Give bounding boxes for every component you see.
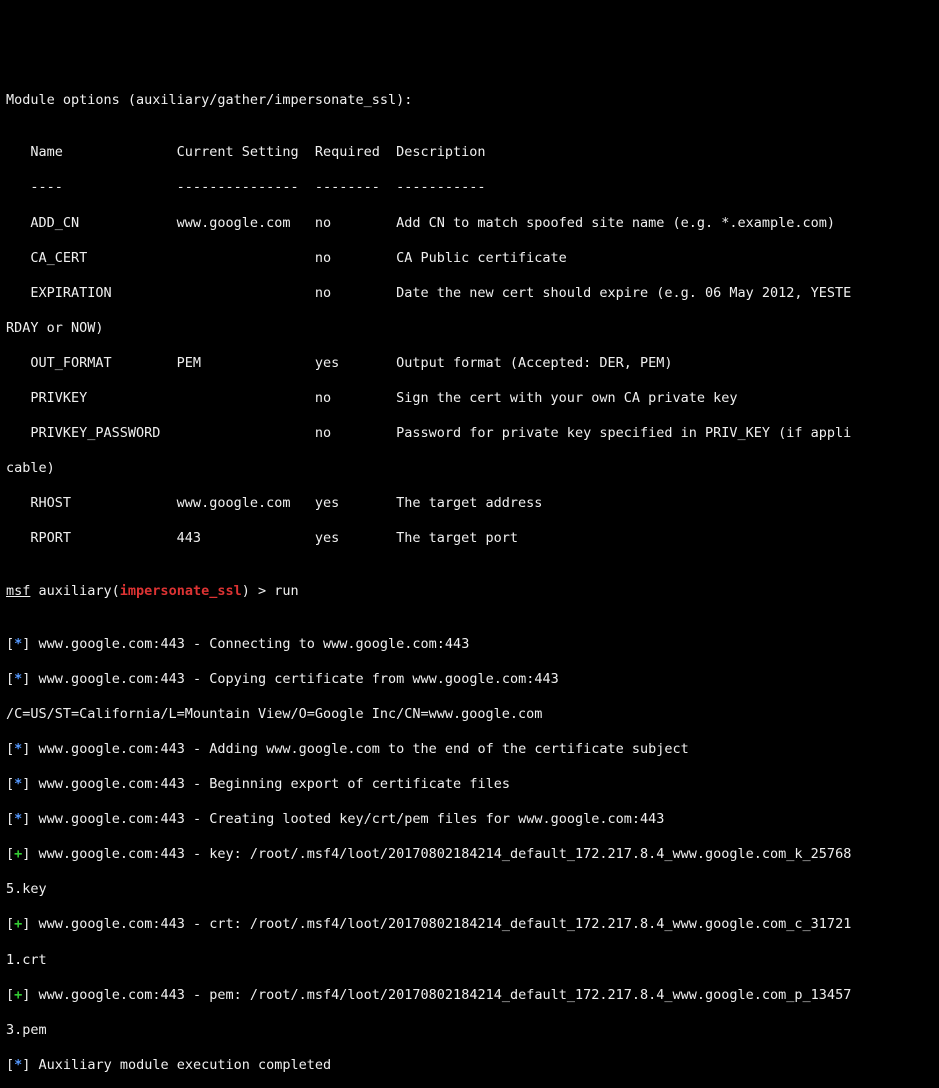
star-icon: *	[14, 741, 22, 757]
option-expiration-2: RDAY or NOW)	[6, 320, 933, 338]
star-icon: *	[14, 1057, 22, 1073]
log-creating: [*] www.google.com:443 - Creating looted…	[6, 811, 933, 829]
log-export: [*] www.google.com:443 - Beginning expor…	[6, 776, 933, 794]
star-icon: *	[14, 636, 22, 652]
prompt-aux-close: ) > run	[242, 583, 299, 599]
star-icon: *	[14, 811, 22, 827]
star-icon: *	[14, 776, 22, 792]
plus-icon: +	[14, 846, 22, 862]
prompt-line[interactable]: msf auxiliary(impersonate_ssl) > run	[6, 583, 933, 601]
option-out-format: OUT_FORMAT PEM yes Output format (Accept…	[6, 355, 933, 373]
log-key-2: 5.key	[6, 881, 933, 899]
terminal-output: Module options (auxiliary/gather/imperso…	[6, 74, 933, 1088]
prompt-msf: msf	[6, 583, 30, 599]
plus-icon: +	[14, 987, 22, 1003]
log-copying: [*] www.google.com:443 - Copying certifi…	[6, 671, 933, 689]
module-options-header: Module options (auxiliary/gather/imperso…	[6, 92, 933, 110]
option-ca-cert: CA_CERT no CA Public certificate	[6, 250, 933, 268]
option-add-cn: ADD_CN www.google.com no Add CN to match…	[6, 215, 933, 233]
table-header: Name Current Setting Required Descriptio…	[6, 144, 933, 162]
plus-icon: +	[14, 916, 22, 932]
log-adding: [*] www.google.com:443 - Adding www.goog…	[6, 741, 933, 759]
table-separator: ---- --------------- -------- ----------…	[6, 179, 933, 197]
log-key-1: [+] www.google.com:443 - key: /root/.msf…	[6, 846, 933, 864]
option-privkey-password-1: PRIVKEY_PASSWORD no Password for private…	[6, 425, 933, 443]
option-expiration-1: EXPIRATION no Date the new cert should e…	[6, 285, 933, 303]
log-crt-2: 1.crt	[6, 952, 933, 970]
log-crt-1: [+] www.google.com:443 - crt: /root/.msf…	[6, 916, 933, 934]
star-icon: *	[14, 671, 22, 687]
log-pem-1: [+] www.google.com:443 - pem: /root/.msf…	[6, 987, 933, 1005]
log-connect: [*] www.google.com:443 - Connecting to w…	[6, 636, 933, 654]
log-done: [*] Auxiliary module execution completed	[6, 1057, 933, 1075]
option-privkey-password-2: cable)	[6, 460, 933, 478]
log-pem-2: 3.pem	[6, 1022, 933, 1040]
prompt-module: impersonate_ssl	[120, 583, 242, 599]
log-dn: /C=US/ST=California/L=Mountain View/O=Go…	[6, 706, 933, 724]
prompt-aux-open: auxiliary(	[30, 583, 119, 599]
option-rhost: RHOST www.google.com yes The target addr…	[6, 495, 933, 513]
option-rport: RPORT 443 yes The target port	[6, 530, 933, 548]
option-privkey: PRIVKEY no Sign the cert with your own C…	[6, 390, 933, 408]
